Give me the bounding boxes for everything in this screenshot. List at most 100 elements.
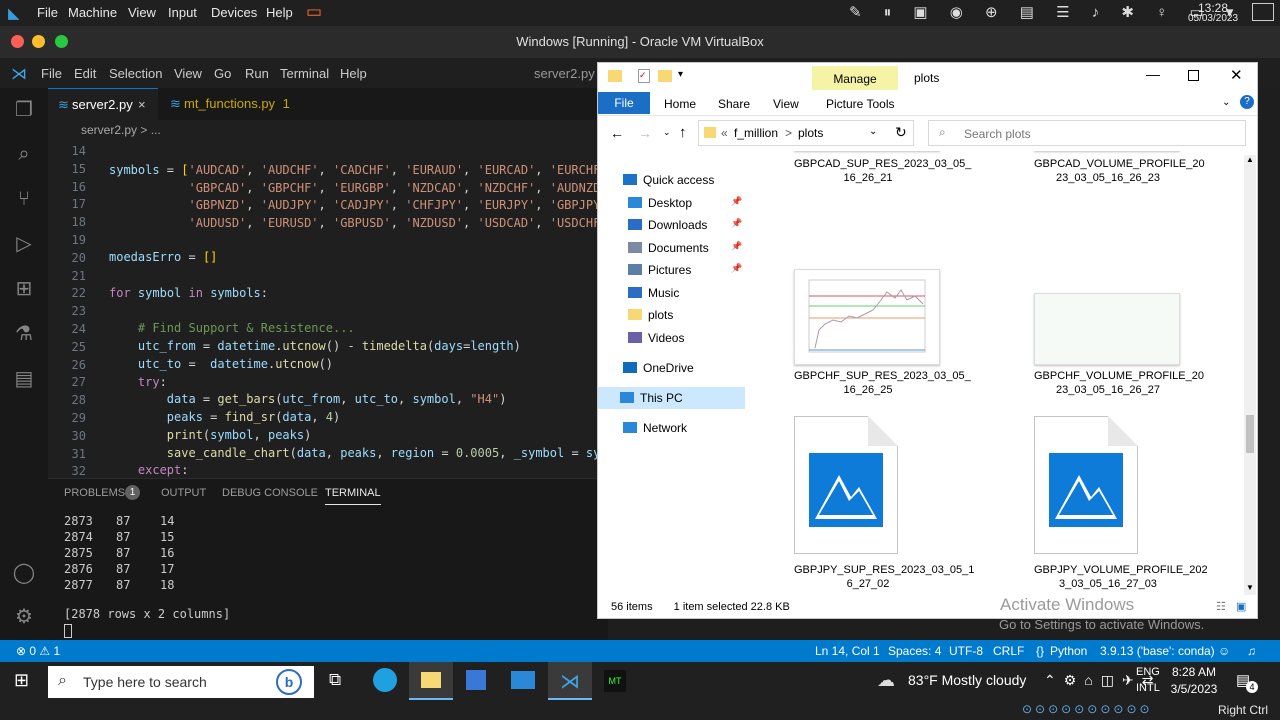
vertical-scrollbar[interactable]: ▲ ▼ — [1244, 155, 1256, 595]
settings-gear-icon[interactable]: ⚙ — [12, 605, 36, 629]
help-icon[interactable]: ? — [1240, 95, 1254, 109]
scroll-up-icon[interactable]: ▲ — [1246, 155, 1254, 164]
address-dropdown-icon[interactable]: ⌄ — [869, 126, 877, 137]
tab-problems[interactable]: PROBLEMS — [64, 487, 125, 499]
keyboard-layout[interactable]: INTL — [1136, 682, 1160, 694]
nav-item-music[interactable]: Music — [628, 286, 679, 300]
host-menu-input[interactable]: Input — [168, 5, 197, 20]
mail-icon[interactable] — [511, 671, 535, 689]
nav-item-this-pc[interactable]: This PC — [598, 387, 745, 409]
up-arrow-icon[interactable]: ↑ — [679, 124, 687, 141]
source-control-icon[interactable]: ⑂ — [12, 187, 36, 211]
vbox-device-icons[interactable]: ⊙⊙⊙⊙⊙⊙⊙⊙⊙⊙ — [1022, 702, 1153, 716]
properties-icon[interactable]: ✓ — [638, 69, 650, 83]
close-tab-icon[interactable]: × — [138, 89, 146, 121]
ribbon-home[interactable]: Home — [664, 97, 696, 111]
pin-icon[interactable]: 📌 — [731, 263, 742, 274]
bell-icon[interactable]: ♫ — [1247, 644, 1256, 658]
edge-icon[interactable] — [373, 668, 397, 692]
address-plots[interactable]: plots — [798, 126, 823, 140]
windows-start-icon[interactable]: ⊞ — [14, 670, 29, 691]
vs-menu-view[interactable]: View — [174, 66, 202, 81]
tab-debug-console[interactable]: DEBUG CONSOLE — [222, 487, 318, 499]
nav-item-pictures[interactable]: Pictures 📌 — [628, 263, 742, 277]
status-cursor-position[interactable]: Ln 14, Col 1 — [815, 644, 880, 658]
metatrader-icon[interactable]: MT — [604, 670, 626, 692]
ribbon-picture-tools[interactable]: Picture Tools — [826, 97, 894, 111]
vs-menu-help[interactable]: Help — [340, 66, 367, 81]
address-overflow[interactable]: « — [721, 126, 728, 140]
vs-menu-terminal[interactable]: Terminal — [280, 66, 329, 81]
address-f-million[interactable]: f_million — [734, 126, 778, 140]
host-menu-file[interactable]: File — [37, 5, 58, 20]
file-item[interactable]: GBPCAD_SUP_RES_2023_03_05_ 16_26_21 — [748, 151, 971, 281]
host-menu-view[interactable]: View — [128, 5, 156, 20]
file-item[interactable]: GBPCHF_VOLUME_PROFILE_20 23_03_05_16_26_… — [988, 269, 1204, 419]
new-folder-icon[interactable] — [658, 70, 672, 82]
file-explorer-taskbar-button[interactable] — [409, 662, 453, 700]
host-menu-machine[interactable]: Machine — [68, 5, 117, 20]
vs-menu-run[interactable]: Run — [245, 66, 269, 81]
address-bar[interactable]: « f_million > plots ⌄ ↻ — [698, 120, 914, 146]
status-language[interactable]: Python — [1050, 644, 1087, 658]
search-box[interactable]: ⌕ Search plots — [928, 120, 1246, 146]
maximize-button[interactable] — [1188, 70, 1199, 81]
account-icon[interactable]: ◯ — [12, 561, 36, 585]
vs-menu-go[interactable]: Go — [214, 66, 231, 81]
ribbon-share[interactable]: Share — [718, 97, 750, 111]
scroll-down-icon[interactable]: ▼ — [1246, 583, 1254, 592]
feedback-icon[interactable]: ☺ — [1218, 644, 1230, 658]
status-encoding[interactable]: UTF-8 — [949, 644, 983, 658]
recent-locations-icon[interactable]: ⌄ — [663, 127, 671, 138]
nav-item-network[interactable]: Network — [623, 421, 687, 435]
code-editor[interactable]: 14 15 16 17 18 19 20 21 22 23 24 25 26 27 28 29 30 31 32 s… — [48, 140, 608, 478]
minimize-button[interactable]: — — [1146, 66, 1160, 82]
nav-item-downloads[interactable]: Downloads 📌 — [628, 218, 742, 232]
run-debug-icon[interactable]: ▷ — [12, 232, 36, 256]
testing-icon[interactable]: ⚗ — [12, 322, 36, 346]
close-window-button[interactable] — [11, 35, 24, 48]
details-view-icon[interactable]: ☷ — [1216, 600, 1226, 613]
back-arrow-icon[interactable]: ← — [610, 125, 624, 141]
status-indentation[interactable]: Spaces: 4 — [888, 644, 941, 658]
language-code[interactable]: ENG — [1136, 666, 1160, 678]
host-menu-devices[interactable]: Devices — [211, 5, 257, 20]
large-icons-view-icon[interactable]: ▣ — [1236, 600, 1246, 613]
tab-server2[interactable]: ≋ server2.py × — [48, 88, 158, 120]
search-icon[interactable]: ⌕ — [12, 142, 36, 166]
vs-menu-edit[interactable]: Edit — [74, 66, 96, 81]
pin-icon[interactable]: 📌 — [731, 196, 742, 207]
ribbon-view[interactable]: View — [773, 97, 799, 111]
vs-menu-selection[interactable]: Selection — [109, 66, 162, 81]
zoom-window-button[interactable] — [55, 35, 68, 48]
pin-icon[interactable]: 📌 — [731, 241, 742, 252]
ribbon-file[interactable]: File — [598, 92, 650, 114]
refresh-icon[interactable]: ↻ — [895, 124, 907, 141]
customize-qat-icon[interactable]: ▾ — [678, 69, 683, 80]
nav-item-videos[interactable]: Videos — [628, 331, 684, 345]
file-item[interactable]: GBPJPY_VOLUME_PROFILE_202 3_03_05_16_27_… — [988, 416, 1208, 590]
breadcrumb-path[interactable]: server2.py > ... — [81, 123, 161, 137]
nav-item-quick-access[interactable]: Quick access — [623, 173, 714, 187]
bing-icon[interactable]: b — [276, 669, 302, 695]
nav-item-plots[interactable]: plots — [628, 308, 673, 322]
close-button[interactable]: ✕ — [1230, 66, 1243, 84]
folder-icon[interactable]: ▭ — [306, 2, 322, 22]
remote-explorer-icon[interactable]: ▤ — [12, 367, 36, 391]
status-problems[interactable]: ⊗ 0 ⚠ 1 — [16, 644, 60, 658]
tab-output[interactable]: OUTPUT — [161, 487, 206, 499]
tab-terminal[interactable]: TERMINAL — [325, 487, 381, 505]
forward-arrow-icon[interactable]: → — [638, 125, 652, 141]
taskbar-date[interactable]: 3/5/2023 — [1170, 682, 1218, 696]
manage-tab[interactable]: Manage — [812, 66, 898, 92]
file-item[interactable]: GBPCHF_SUP_RES_2023_03_05_ 16_26_25 — [748, 269, 971, 419]
show-desktop-icon[interactable] — [1252, 3, 1274, 21]
task-view-icon[interactable]: ⧉ — [329, 670, 341, 690]
nav-item-documents[interactable]: Documents 📌 — [628, 241, 742, 255]
file-item[interactable]: GBPCAD_VOLUME_PROFILE_20 23_03_05_16_26_… — [988, 151, 1205, 281]
scroll-thumb[interactable] — [1246, 415, 1254, 453]
taskbar-search[interactable]: ⌕ Type here to search b — [48, 666, 314, 698]
nav-item-desktop[interactable]: Desktop 📌 — [628, 196, 742, 210]
weather-text[interactable]: 83°F Mostly cloudy — [908, 672, 1026, 688]
tab-mt-functions[interactable]: ≋ mt_functions.py 1 — [160, 88, 310, 120]
